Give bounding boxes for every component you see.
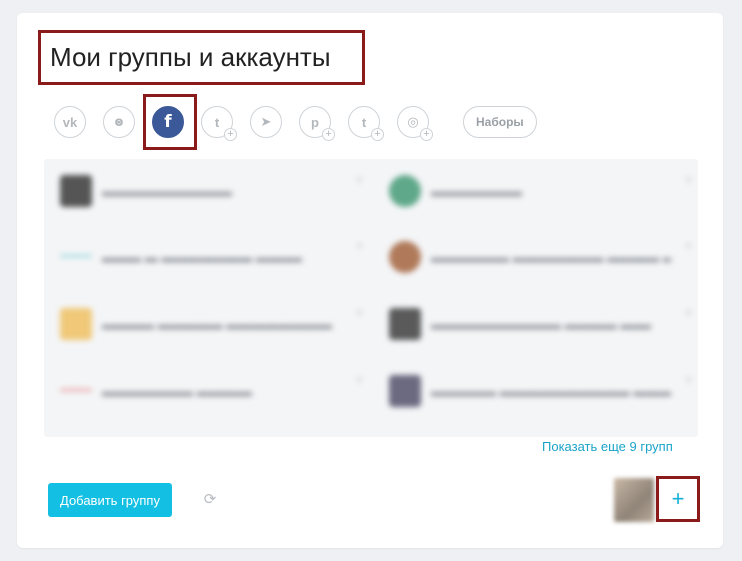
telegram-icon: ➤ (260, 114, 272, 129)
list-item[interactable]: ▬▬▬▬▬▬▬▬▬▬ ▾ (60, 161, 370, 221)
group-name-redacted: ▬▬▬▬ ▬▬▬▬▬ ▬▬▬▬▬▬▬▬▬▬▬▬ (102, 316, 332, 332)
tab-ok[interactable]: ꙩ (103, 106, 135, 138)
group-name-redacted: ▬▬▬▬▬ ▬▬▬▬▬▬▬▬▬▬ ▬▬▬▬▬▬ (431, 383, 671, 399)
show-more-link[interactable]: Показать еще 9 групп (542, 439, 673, 454)
plus-icon: + (224, 128, 237, 141)
group-name-redacted: ▬▬▬▬▬▬▬ ▬▬▬▬▬▬ (102, 383, 252, 399)
title-highlight: Мои группы и аккаунты (38, 30, 365, 85)
odnoklassniki-icon: ꙩ (114, 114, 124, 129)
group-name-redacted: ▬▬▬▬▬▬ ▬▬▬▬▬▬▬ ▬▬▬▬ ▬ ▬▬▬ (431, 249, 671, 265)
group-avatar (60, 175, 92, 207)
group-name-redacted: ▬▬▬▬▬▬▬▬▬▬ (102, 183, 232, 199)
instagram-icon: ◎ (407, 114, 419, 129)
sets-button[interactable]: Наборы (463, 106, 537, 138)
chevron-down-icon: ▾ (685, 241, 691, 252)
plus-icon: + (322, 128, 335, 141)
add-group-button[interactable]: Добавить группу (48, 483, 172, 517)
list-item[interactable]: ▬▬▬▬ ▬▬▬▬▬ ▬▬▬▬▬▬▬▬▬▬▬▬ ▾ (60, 294, 370, 354)
plus-icon: + (420, 128, 433, 141)
group-avatar (60, 255, 92, 259)
group-name-redacted: ▬▬▬ ▬ ▬▬▬▬▬▬▬ ▬▬▬▬▬▬▬ (102, 249, 302, 265)
page-title: Мои группы и аккаунты (50, 42, 331, 72)
group-avatar (60, 389, 92, 393)
add-account-button[interactable]: + (656, 476, 700, 522)
plus-icon: + (371, 128, 384, 141)
tab-instagram[interactable]: ◎ + (397, 106, 433, 141)
tab-telegram[interactable]: ➤ (250, 106, 282, 138)
refresh-icon[interactable]: ⟳ (201, 489, 219, 509)
chevron-down-icon: ▾ (356, 241, 362, 252)
account-avatar[interactable] (614, 478, 654, 522)
groups-card: Мои группы и аккаунты vk ꙩ f t + ➤ p + t… (17, 13, 723, 548)
tab-tumblr[interactable]: t + (348, 106, 384, 141)
chevron-down-icon: ▾ (685, 175, 691, 186)
group-avatar (389, 375, 421, 407)
chevron-down-icon: ▾ (685, 308, 691, 319)
tab-vk[interactable]: vk (54, 106, 86, 138)
group-name-redacted: ▬▬▬▬▬▬▬▬▬▬ ▬▬▬▬ ▬▬▬▬▬ (431, 316, 651, 332)
tab-pinterest[interactable]: p + (299, 106, 335, 141)
list-item[interactable]: ▬▬▬▬▬▬▬▬▬▬ ▬▬▬▬ ▬▬▬▬▬ ▾ (389, 294, 698, 354)
facebook-highlight (143, 94, 197, 150)
chevron-down-icon: ▾ (685, 375, 691, 386)
group-avatar (389, 175, 421, 207)
tumblr-icon: t (361, 114, 367, 130)
chevron-down-icon: ▾ (356, 175, 362, 186)
groups-list: ▬▬▬▬▬▬▬▬▬▬ ▾ ▬▬▬▬▬▬▬ ▾ ▬▬▬ ▬ ▬▬▬▬▬▬▬ ▬▬▬… (44, 159, 698, 437)
twitter-icon: t (214, 114, 220, 130)
list-item[interactable]: ▬▬▬▬▬▬ ▬▬▬▬▬▬▬ ▬▬▬▬ ▬ ▬▬▬ ▾ (389, 227, 698, 287)
chevron-down-icon: ▾ (356, 308, 362, 319)
group-name-redacted: ▬▬▬▬▬▬▬ (431, 183, 522, 199)
group-avatar (389, 308, 421, 340)
vk-icon: vk (62, 114, 78, 130)
group-avatar (60, 308, 92, 340)
pinterest-icon: p (311, 114, 319, 130)
list-item[interactable]: ▬▬▬▬▬ ▬▬▬▬▬▬▬▬▬▬ ▬▬▬▬▬▬ ▾ (389, 361, 698, 421)
list-item[interactable]: ▬▬▬▬▬▬▬ ▾ (389, 161, 698, 221)
tab-twitter[interactable]: t + (201, 106, 237, 141)
list-item[interactable]: ▬▬▬ ▬ ▬▬▬▬▬▬▬ ▬▬▬▬▬▬▬ ▾ (60, 227, 370, 287)
list-item[interactable]: ▬▬▬▬▬▬▬ ▬▬▬▬▬▬ ▾ (60, 361, 370, 421)
chevron-down-icon: ▾ (356, 375, 362, 386)
plus-icon: + (671, 486, 685, 511)
group-avatar (389, 241, 421, 273)
